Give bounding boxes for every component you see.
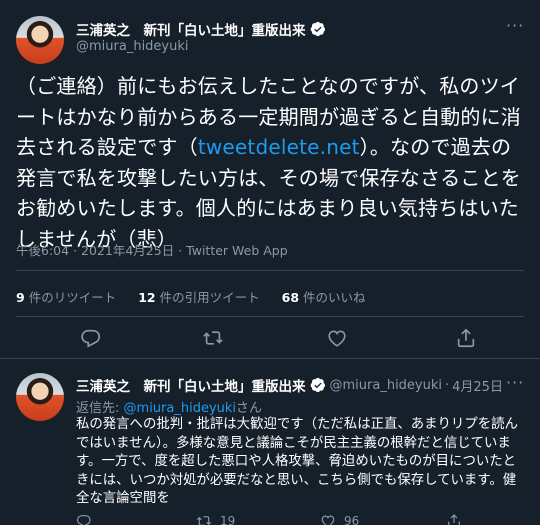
main-tweet: 三浦英之 新刊「白い土地」重版出来 @miura_hideyuki ··· （ご… — [0, 0, 540, 353]
share-icon — [448, 514, 460, 525]
reply-text: 私の発言への批判・批評は大歓迎です（ただ私は正直、あまりリプを読んではいません）… — [76, 417, 518, 506]
reply-to-prefix: 返信先: — [76, 401, 120, 416]
like-count: 96 — [344, 514, 360, 525]
replying-to: 返信先: @miura_hideyukiさん — [76, 397, 262, 416]
reply-to-suffix: さん — [236, 401, 263, 416]
retweets-stat[interactable]: 9 件のリツイート — [16, 287, 116, 306]
tweet-date[interactable]: 2021年4月25日 — [81, 243, 174, 258]
reply-icon — [76, 515, 91, 525]
avatar[interactable] — [16, 373, 64, 421]
tweet-link[interactable]: tweetdelete.net — [198, 135, 360, 159]
tweet-source[interactable]: Twitter Web App — [186, 243, 288, 258]
tweet-text: （ご連絡）前にもお伝えしたことなのですが、私のツイートはかなり前からある一定期間… — [16, 71, 526, 254]
quotes-count: 12 — [138, 290, 156, 305]
retweet-icon — [196, 516, 212, 525]
share-icon[interactable] — [455, 327, 477, 349]
likes-label: 件のいいね — [303, 290, 366, 305]
meta-separator: · — [178, 243, 183, 258]
reply-actions: 19 96 — [76, 513, 526, 525]
retweet-count: 19 — [220, 514, 236, 525]
author-name-row[interactable]: 三浦英之 新刊「白い土地」重版出来 @miura_hideyuki · 4月25… — [76, 375, 503, 396]
display-name[interactable]: 三浦英之 新刊「白い土地」重版出来 — [76, 19, 306, 39]
likes-count: 68 — [281, 290, 300, 305]
retweets-count: 9 — [16, 290, 25, 305]
author-name-row[interactable]: 三浦英之 新刊「白い土地」重版出来 — [76, 19, 326, 39]
meta-separator: · — [73, 243, 78, 258]
reply-tweet[interactable]: 三浦英之 新刊「白い土地」重版出来 @miura_hideyuki · 4月25… — [0, 359, 540, 525]
tweet-time[interactable]: 午後6:04 — [16, 243, 69, 258]
quotes-label: 件の引用ツイート — [159, 290, 260, 305]
like-button[interactable]: 96 — [320, 513, 359, 525]
handle[interactable]: @miura_hideyuki — [76, 39, 189, 54]
verified-badge-icon — [310, 377, 325, 393]
retweets-label: 件のリツイート — [28, 290, 117, 305]
tweet-actions — [0, 327, 540, 353]
avatar[interactable] — [16, 16, 64, 64]
more-icon[interactable]: ··· — [506, 16, 524, 35]
share-button[interactable] — [446, 513, 462, 525]
divider — [16, 316, 524, 317]
retweet-button[interactable]: 19 — [196, 513, 235, 525]
verified-badge-icon — [310, 21, 325, 37]
reply-to-handle[interactable]: @miura_hideyuki — [124, 401, 237, 416]
reply-date[interactable]: 4月25日 — [452, 376, 503, 395]
retweet-icon[interactable] — [202, 327, 224, 349]
like-icon[interactable] — [326, 327, 348, 349]
display-name[interactable]: 三浦英之 新刊「白い土地」重版出来 — [76, 375, 306, 395]
reply-icon[interactable] — [80, 327, 102, 349]
more-icon[interactable]: ··· — [506, 373, 524, 392]
divider — [16, 270, 524, 271]
like-icon — [321, 515, 335, 525]
reply-button[interactable] — [76, 513, 92, 525]
tweet-metadata: 午後6:04 · 2021年4月25日 · Twitter Web App — [16, 240, 288, 259]
meta-separator: · — [445, 377, 450, 393]
quotes-stat[interactable]: 12 件の引用ツイート — [138, 287, 259, 306]
likes-stat[interactable]: 68 件のいいね — [282, 287, 366, 306]
tweet-stats: 9 件のリツイート 12 件の引用ツイート 68 件のいいね — [16, 287, 366, 306]
handle[interactable]: @miura_hideyuki — [330, 378, 443, 393]
